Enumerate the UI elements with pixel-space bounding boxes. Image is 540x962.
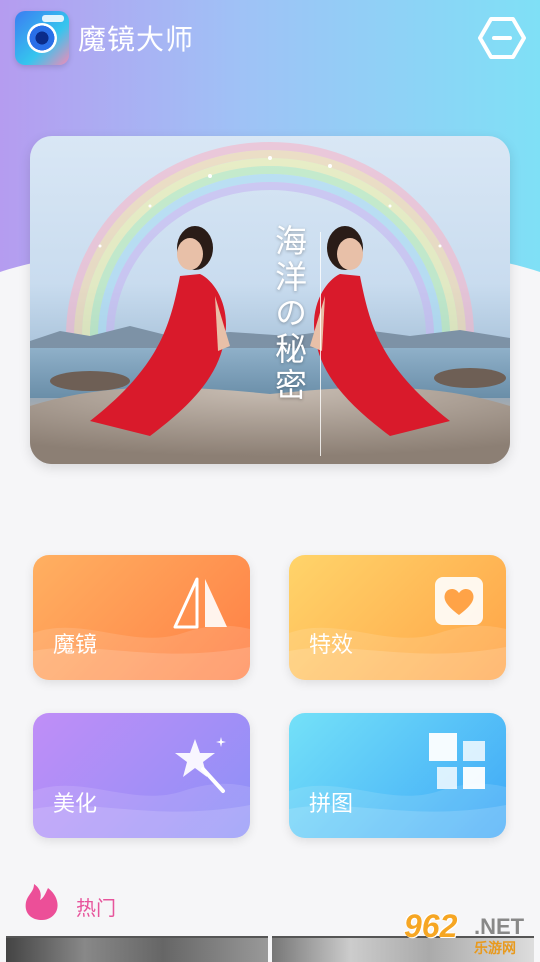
watermark-cn: 乐游网 bbox=[474, 941, 516, 957]
collage-button[interactable]: 拼图 bbox=[289, 713, 506, 838]
hexagon-menu-icon bbox=[478, 17, 526, 59]
site-watermark: 962 .NET 乐游网 bbox=[400, 908, 536, 958]
hot-thumbnail[interactable] bbox=[6, 936, 268, 962]
banner-divider bbox=[320, 232, 321, 456]
magic-mirror-label: 魔镜 bbox=[53, 633, 98, 658]
mirror-icon bbox=[173, 577, 227, 629]
beautify-button[interactable]: 美化 bbox=[33, 713, 250, 838]
magic-wand-icon bbox=[175, 737, 226, 793]
watermark-suffix: .NET bbox=[474, 914, 525, 939]
effects-button[interactable]: 特效 bbox=[289, 555, 506, 680]
hot-section-header: 热门 bbox=[22, 878, 222, 922]
flame-icon bbox=[25, 884, 58, 920]
app-header: 魔镜大师 bbox=[0, 0, 540, 76]
collage-grid-icon bbox=[429, 733, 485, 789]
effects-label: 特效 bbox=[309, 633, 354, 658]
banner-title: 海洋の秘密 bbox=[270, 224, 308, 404]
settings-button[interactable] bbox=[478, 16, 526, 60]
heart-icon bbox=[435, 577, 483, 625]
hot-section-title: 热门 bbox=[76, 896, 116, 920]
app-title: 魔镜大师 bbox=[78, 23, 195, 56]
magic-mirror-button[interactable]: 魔镜 bbox=[33, 555, 250, 680]
app-logo-icon bbox=[15, 11, 69, 65]
beautify-label: 美化 bbox=[53, 792, 98, 817]
collage-label: 拼图 bbox=[309, 792, 354, 817]
featured-banner[interactable]: 海洋の秘密 bbox=[30, 136, 510, 464]
watermark-number: 962 bbox=[404, 908, 458, 944]
